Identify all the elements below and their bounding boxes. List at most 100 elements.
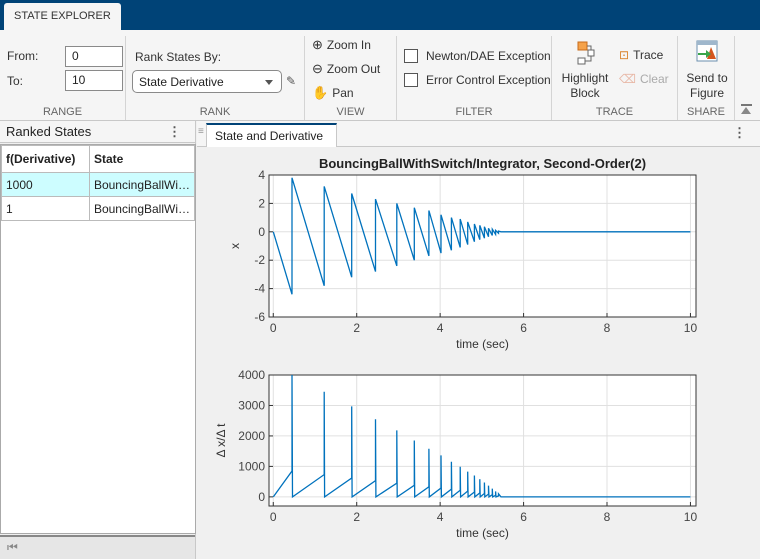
- pan-hand-icon: ✋: [312, 85, 329, 100]
- collapse-panel-icon[interactable]: ⏮: [7, 540, 18, 555]
- zoom-out-button[interactable]: ⊖ Zoom Out: [312, 61, 380, 77]
- view-section: ⊕ Zoom In ⊖ Zoom Out ✋ Pan VIEW: [305, 36, 397, 120]
- x-tick-label: 4: [437, 321, 444, 335]
- y-tick-label: -4: [254, 282, 265, 296]
- tab-state-explorer[interactable]: STATE EXPLORER: [4, 3, 121, 30]
- to-input[interactable]: 10: [65, 70, 123, 91]
- y-tick-label: 1000: [238, 459, 265, 473]
- x-tick-label: 0: [270, 321, 277, 335]
- error-control-checkbox[interactable]: Error Control Exception: [404, 73, 551, 87]
- share-section: Send to Figure SHARE: [678, 36, 735, 120]
- ranked-states-panel: Ranked States ⋮ f(Derivative) State 1000…: [0, 121, 196, 559]
- zoom-in-icon: ⊕: [312, 37, 323, 52]
- checkbox-box: [404, 49, 418, 63]
- y-tick-label: 2000: [238, 429, 265, 443]
- x-tick-label: 10: [684, 510, 698, 524]
- grip-icon[interactable]: ≡: [198, 126, 204, 137]
- zoom-in-label: Zoom In: [326, 38, 371, 52]
- rank-selected: State Derivative: [139, 75, 224, 89]
- x-tick-label: 8: [604, 321, 611, 335]
- newton-checkbox[interactable]: Newton/DAE Exception: [404, 49, 551, 63]
- document-menu-icon[interactable]: ⋮: [733, 125, 746, 141]
- send-to-figure-icon: [696, 40, 718, 62]
- edit-pencil-icon[interactable]: ✎: [286, 74, 296, 88]
- chart-2: 0 2 4 6 8 10 0 1000 2000 3000 4000 time (sec) Δ x/Δ …: [214, 368, 697, 540]
- plot-area: [269, 375, 696, 506]
- plot-panel: ≡ State and Derivative ⋮ 0 2 4 6 8 10 -6 -4 -2 0 2…: [197, 121, 760, 559]
- view-section-label: VIEW: [336, 106, 365, 118]
- ranked-states-title: Ranked States: [6, 124, 92, 139]
- y-axis-label: x: [228, 243, 242, 249]
- highlight-label: Highlight: [561, 71, 609, 85]
- y-tick-label: 4: [258, 168, 265, 182]
- x-tick-label: 10: [684, 321, 698, 335]
- cell-state[interactable]: BouncingBallWi…: [88, 172, 196, 197]
- highlight-block-icon: [577, 41, 595, 65]
- panel-menu-icon[interactable]: ⋮: [168, 124, 181, 140]
- newton-label: Newton/DAE Exception: [426, 49, 551, 63]
- clear-button[interactable]: ⌫ Clear: [619, 72, 669, 86]
- trace-button[interactable]: ⊡ Trace: [619, 48, 663, 62]
- y-tick-label: -2: [254, 253, 265, 267]
- from-label: From:: [7, 49, 39, 63]
- ranked-states-header: Ranked States ⋮: [0, 121, 195, 143]
- cell-value[interactable]: 1: [1, 196, 90, 221]
- clear-label: Clear: [639, 72, 669, 86]
- zoom-out-label: Zoom Out: [326, 62, 381, 76]
- rank-section: Rank States By: State Derivative ✎ RANK: [126, 36, 305, 120]
- x-tick-label: 6: [520, 321, 527, 335]
- rank-dropdown[interactable]: State Derivative: [132, 70, 282, 93]
- trace-label: Trace: [633, 48, 664, 62]
- chevron-down-icon: [265, 80, 273, 85]
- y-tick-label: 4000: [238, 368, 265, 382]
- x-tick-label: 8: [604, 510, 611, 524]
- error-control-label: Error Control Exception: [426, 73, 551, 87]
- rank-label: Rank States By:: [135, 50, 222, 64]
- eraser-icon: ⌫: [619, 72, 636, 86]
- share-section-label: SHARE: [687, 106, 725, 118]
- toolstrip: From: 0 To: 10 RANGE Rank States By: Sta…: [0, 30, 760, 121]
- column-header-derivative[interactable]: f(Derivative): [1, 145, 90, 173]
- x-tick-label: 4: [437, 510, 444, 524]
- x-tick-label: 2: [353, 510, 360, 524]
- filter-section-label: FILTER: [455, 106, 493, 118]
- zoom-in-button[interactable]: ⊕ Zoom In: [312, 37, 371, 53]
- filter-section: Newton/DAE Exception Error Control Excep…: [397, 36, 552, 120]
- table-header: f(Derivative) State: [1, 145, 196, 173]
- cell-value[interactable]: 1000: [1, 172, 90, 197]
- trace-icon: ⊡: [619, 48, 630, 62]
- send-label: Send to: [686, 71, 728, 85]
- from-input[interactable]: 0: [65, 46, 123, 67]
- range-section-label: RANGE: [42, 106, 83, 118]
- cell-state[interactable]: BouncingBallWi…: [88, 196, 196, 221]
- pan-button[interactable]: ✋ Pan: [312, 85, 354, 101]
- send-to-figure-button[interactable]: Send to Figure: [680, 39, 734, 101]
- rank-section-label: RANK: [199, 106, 231, 118]
- y-tick-label: 3000: [238, 398, 265, 412]
- plots-canvas[interactable]: 0 2 4 6 8 10 -6 -4 -2 0 2 4 BouncingBallWithSwitch/I…: [197, 147, 760, 559]
- highlight-label-2: Block: [570, 86, 600, 100]
- checkbox-box: [404, 73, 418, 87]
- pan-label: Pan: [332, 86, 354, 100]
- highlight-block-button[interactable]: Highlight Block: [558, 40, 612, 101]
- zoom-out-icon: ⊖: [312, 61, 323, 76]
- range-section: From: 0 To: 10 RANGE: [0, 36, 126, 120]
- y-tick-label: -6: [254, 310, 265, 324]
- document-tabbar: ≡ State and Derivative ⋮: [197, 121, 760, 147]
- x-tick-label: 2: [353, 321, 360, 335]
- x-tick-label: 0: [270, 510, 277, 524]
- column-header-state[interactable]: State: [88, 145, 196, 173]
- trace-section-label: TRACE: [595, 106, 634, 118]
- x-tick-label: 6: [520, 510, 527, 524]
- y-tick-label: 2: [258, 196, 265, 210]
- x-axis-label: time (sec): [456, 526, 509, 540]
- chart-1: 0 2 4 6 8 10 -6 -4 -2 0 2 4 BouncingBallWithSwitch/I…: [228, 156, 697, 351]
- title-bar: STATE EXPLORER: [0, 0, 760, 30]
- to-label: To:: [7, 74, 24, 88]
- y-axis-label: Δ x/Δ t: [214, 423, 228, 458]
- left-panel-footer: ⏮: [0, 535, 195, 559]
- collapse-toolstrip-icon[interactable]: [741, 104, 752, 115]
- table-row[interactable]: 1000 BouncingBallWi…: [1, 172, 196, 197]
- tab-state-and-derivative[interactable]: State and Derivative: [206, 123, 337, 147]
- table-row[interactable]: 1 BouncingBallWi…: [1, 196, 196, 221]
